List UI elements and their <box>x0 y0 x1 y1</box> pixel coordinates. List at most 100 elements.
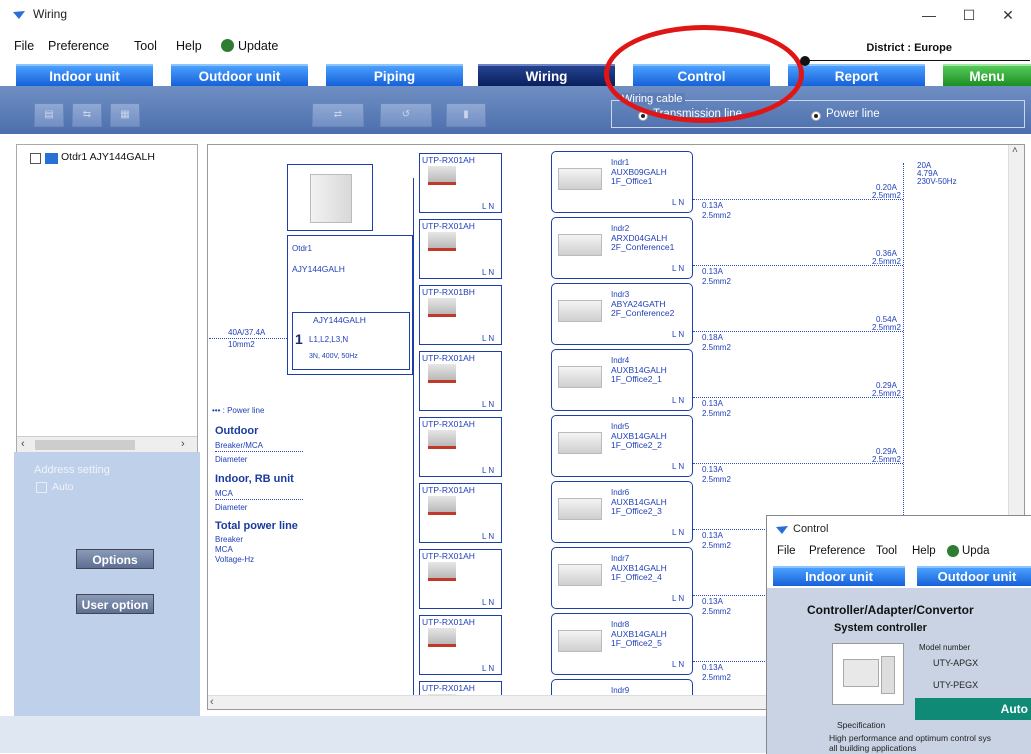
model-pegx[interactable]: UTY-PEGX <box>933 680 978 690</box>
toolbar-disconnect-icon[interactable]: ↺ <box>380 103 432 127</box>
scroll-left-diagram-icon[interactable]: ‹ <box>210 696 214 708</box>
adapter-box[interactable]: UTP-RX01AH L N <box>419 483 502 543</box>
menu-help[interactable]: Help <box>176 39 202 53</box>
outdoor-diameter: 10mm2 <box>228 340 255 349</box>
scroll-right-icon[interactable]: › <box>181 438 185 450</box>
indoor-name: Indr1 <box>611 158 630 167</box>
window-title: Wiring <box>33 7 68 21</box>
tab-report[interactable]: Report <box>788 64 925 86</box>
address-setting-label: Address setting <box>34 464 110 476</box>
toolbar-connect-icon[interactable]: ⇄ <box>312 103 364 127</box>
legend-outdoor-line <box>215 451 303 452</box>
auto-checkbox[interactable] <box>36 482 47 493</box>
close-button[interactable]: ✕ <box>993 4 1023 26</box>
tab-indoor-unit[interactable]: Indoor unit <box>16 64 153 86</box>
minimize-button[interactable]: — <box>914 4 944 26</box>
outdoor-number: 1 <box>295 331 303 347</box>
indoor-unit-box[interactable]: Indr2 ARXD04GALH 2F_Conference1 L N <box>551 217 693 279</box>
control-window: Control File Preference Tool Help Upda I… <box>766 515 1031 754</box>
toolbar-grid-icon[interactable]: ▦ <box>110 103 140 127</box>
indoor-unit-box[interactable]: Indr6 AUXB14GALH 1F_Office2_3 L N <box>551 481 693 543</box>
model-number-label: Model number <box>919 643 971 652</box>
toolbar-delete-icon[interactable]: ▮ <box>446 103 486 127</box>
menu-file[interactable]: File <box>14 39 34 53</box>
indoor-diameter: 2.5mm2 <box>702 541 731 550</box>
adapter-terminal: L N <box>482 202 495 211</box>
power-line-radio[interactable] <box>811 111 821 121</box>
menu-tool[interactable]: Tool <box>134 39 157 53</box>
indoor-terminal: L N <box>672 660 685 669</box>
control-tab-outdoor[interactable]: Outdoor unit <box>917 566 1031 586</box>
scroll-left-icon[interactable]: ‹ <box>21 438 25 450</box>
adapter-model: UTP-RX01AH <box>422 419 475 429</box>
indoor-unit-box[interactable]: Indr4 AUXB14GALH 1F_Office2_1 L N <box>551 349 693 411</box>
segment-diameter: 2.5mm2 <box>872 323 901 332</box>
indoor-terminal: L N <box>672 330 685 339</box>
legend-indoor-b: Diameter <box>215 503 248 512</box>
spec-text-2: all building applications <box>829 743 917 753</box>
adapter-box[interactable]: UTP-RX01AH L N <box>419 417 502 477</box>
indoor-terminal: L N <box>672 528 685 537</box>
indoor-room: 1F_Office2_3 <box>611 506 662 516</box>
spec-label: Specification <box>837 720 886 730</box>
control-menu-file[interactable]: File <box>777 545 796 557</box>
indoor-unit-box[interactable]: Indr3 ABYA24GATH 2F_Conference2 L N <box>551 283 693 345</box>
adapter-terminal: L N <box>482 334 495 343</box>
outdoor-power-line <box>209 338 287 339</box>
indoor-name: Indr6 <box>611 488 630 497</box>
control-menu-help[interactable]: Help <box>912 545 936 557</box>
legend-indoor-a: MCA <box>215 489 233 498</box>
tab-piping[interactable]: Piping <box>326 64 463 86</box>
options-button[interactable]: Options <box>76 549 154 569</box>
control-menu-preference[interactable]: Preference <box>809 545 865 557</box>
menu-preference[interactable]: Preference <box>48 39 109 53</box>
tree-checkbox[interactable] <box>30 153 41 164</box>
indoor-unit-icon <box>558 234 602 256</box>
indoor-unit-box[interactable]: Indr1 AUXB09GALH 1F_Office1 L N <box>551 151 693 213</box>
adapter-box[interactable]: UTP-RX01AH L N <box>419 549 502 609</box>
spec-text: High performance and optimum control sys <box>829 733 992 743</box>
indoor-name: Indr4 <box>611 356 630 365</box>
indoor-unit-icon <box>558 300 602 322</box>
scroll-up-icon[interactable]: ˄ <box>1012 145 1018 156</box>
adapter-box[interactable]: UTP-RX01BH L N <box>419 285 502 345</box>
adapter-box[interactable]: UTP-RX01AH L N <box>419 153 502 213</box>
model-apgx[interactable]: UTY-APGX <box>933 658 978 668</box>
controller-unit-icon <box>881 656 895 694</box>
indoor-diameter: 2.5mm2 <box>702 409 731 418</box>
outdoor-unit-block[interactable]: Otdr1 AJY144GALH AJY144GALH 1 L1,L2,L3,N… <box>287 235 413 375</box>
tab-menu[interactable]: Menu <box>943 64 1031 86</box>
maximize-button[interactable]: ☐ <box>954 4 984 26</box>
control-tab-indoor[interactable]: Indoor unit <box>773 566 905 586</box>
power-line-label: Power line <box>826 108 880 120</box>
adapter-box[interactable]: UTP-RX01AH L N <box>419 219 502 279</box>
control-menu-tool[interactable]: Tool <box>876 545 897 557</box>
horizontal-scrollbar[interactable]: ‹ › <box>17 436 197 453</box>
indoor-mca: 0.18A <box>702 333 723 342</box>
indoor-unit-box[interactable]: Indr7 AUXB14GALH 1F_Office2_4 L N <box>551 547 693 609</box>
toolbar-redo-icon[interactable]: ⇆ <box>72 103 102 127</box>
scroll-thumb[interactable] <box>35 440 135 450</box>
tab-outdoor-unit[interactable]: Outdoor unit <box>171 64 308 86</box>
control-auto-button[interactable]: Auto <box>915 698 1031 720</box>
controller-image <box>832 643 904 705</box>
indoor-terminal: L N <box>672 198 685 207</box>
menu-update[interactable]: Update <box>238 39 278 53</box>
adapter-box[interactable]: UTP-RX01AH L N <box>419 351 502 411</box>
indoor-unit-box[interactable]: Indr8 AUXB14GALH 1F_Office2_5 L N <box>551 613 693 675</box>
tree-item-otdr1[interactable]: Otdr1 AJY144GALH <box>61 151 155 163</box>
indoor-diameter: 2.5mm2 <box>702 607 731 616</box>
outdoor-name: Otdr1 <box>292 244 313 253</box>
controller-screen-icon <box>843 659 879 687</box>
tab-wiring[interactable]: Wiring <box>478 64 615 86</box>
user-option-button[interactable]: User option <box>76 594 154 614</box>
segment-diameter: 2.5mm2 <box>872 191 901 200</box>
title-bar: Wiring — ☐ ✕ <box>0 0 1031 30</box>
indoor-unit-box[interactable]: Indr5 AUXB14GALH 1F_Office2_2 L N <box>551 415 693 477</box>
adapter-box[interactable]: UTP-RX01AH L N <box>419 615 502 675</box>
indoor-unit-icon <box>558 498 602 520</box>
control-menu-update[interactable]: Upda <box>962 545 990 557</box>
segment-diameter: 2.5mm2 <box>872 389 901 398</box>
toolbar-undo-icon[interactable]: ▤ <box>34 103 64 127</box>
adapter-model: UTP-RX01AH <box>422 155 475 165</box>
